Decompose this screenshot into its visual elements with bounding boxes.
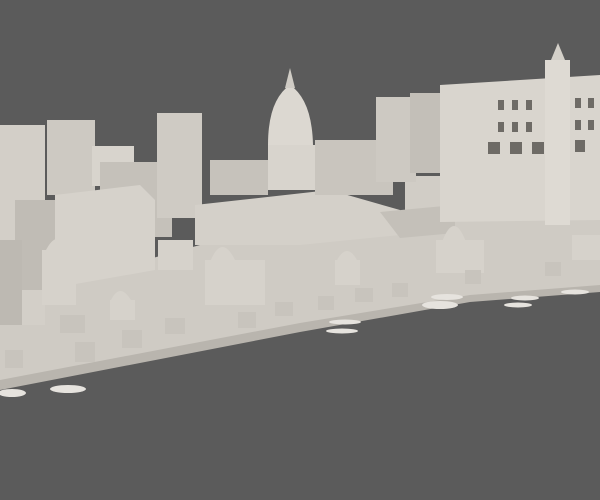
- building: [410, 93, 445, 173]
- shrine: [335, 260, 360, 285]
- boat: [329, 319, 361, 325]
- boat: [431, 294, 463, 300]
- shrine: [110, 300, 135, 320]
- shrine: [572, 235, 600, 260]
- boat: [511, 295, 539, 301]
- boat: [50, 385, 86, 393]
- shrine: [436, 240, 484, 273]
- render-canvas: [0, 0, 600, 500]
- boat: [326, 328, 358, 334]
- boat: [504, 302, 532, 308]
- building: [157, 113, 202, 218]
- building: [47, 120, 95, 195]
- boat: [561, 289, 589, 295]
- temple-tower-base: [268, 145, 315, 190]
- boat: [422, 301, 458, 309]
- shrine: [205, 260, 265, 305]
- shrine: [42, 250, 76, 305]
- palace-tower: [545, 60, 570, 225]
- shrine: [158, 240, 193, 270]
- building: [0, 240, 22, 325]
- temple-side: [210, 160, 268, 195]
